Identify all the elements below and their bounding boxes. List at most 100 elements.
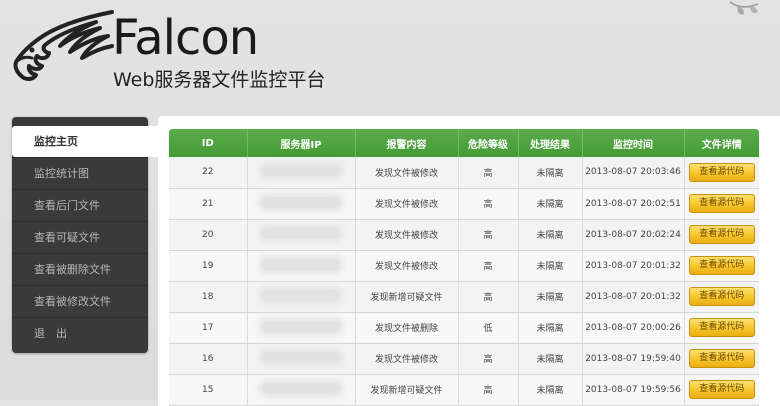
cell-level: 高	[458, 250, 519, 282]
cell-time: 2013-08-07 20:02:24	[582, 219, 685, 251]
cell-action: 查看源代码	[684, 219, 759, 251]
brand-title: Falcon	[112, 10, 259, 66]
sidebar-item-modified-files[interactable]: 查看被修改文件	[12, 285, 148, 317]
page-header: Falcon Web服务器文件监控平台	[0, 0, 780, 108]
ip-redaction-blur	[262, 165, 340, 177]
cell-result: 未隔离	[518, 188, 583, 220]
column-header-file-details: 文件详情	[684, 129, 759, 157]
ip-redaction-blur	[262, 258, 340, 270]
cell-alert: 发现文件被修改	[355, 219, 459, 251]
cell-level: 高	[458, 374, 519, 406]
ip-redaction-blur	[262, 289, 340, 301]
cell-time: 2013-08-07 20:01:32	[582, 250, 685, 282]
cell-server-ip	[247, 343, 356, 375]
column-header-server-ip: 服务器IP	[247, 129, 356, 157]
cell-server-ip	[247, 188, 356, 220]
sidebar-item-stats-chart[interactable]: 监控统计图	[12, 157, 148, 189]
table-row: 16 发现文件被修改 高 未隔离 2013-08-07 19:59:40 查看源…	[169, 343, 759, 375]
cell-time: 2013-08-07 20:02:51	[582, 188, 685, 220]
cell-server-ip	[247, 250, 356, 282]
ip-redaction-blur	[262, 196, 340, 208]
table-row: 18 发现新增可疑文件 高 未隔离 2013-08-07 20:01:32 查看…	[169, 281, 759, 313]
cell-id: 18	[169, 281, 248, 313]
cell-action: 查看源代码	[684, 312, 759, 344]
cell-time: 2013-08-07 20:01:32	[582, 281, 685, 313]
sidebar-item-logout[interactable]: 退 出	[12, 317, 148, 349]
sidebar-item-suspicious-files[interactable]: 查看可疑文件	[12, 221, 148, 253]
cell-action: 查看源代码	[684, 250, 759, 282]
cell-alert: 发现文件被删除	[355, 312, 459, 344]
ip-redaction-blur	[262, 320, 340, 332]
column-header-id: ID	[169, 129, 248, 157]
cell-server-ip	[247, 281, 356, 313]
cell-alert: 发现文件被修改	[355, 343, 459, 375]
ip-redaction-blur	[262, 227, 340, 239]
cell-result: 未隔离	[518, 250, 583, 282]
sidebar-item-backdoor-files[interactable]: 查看后门文件	[12, 189, 148, 221]
cell-alert: 发现文件被修改	[355, 188, 459, 220]
ip-redaction-blur	[262, 382, 340, 394]
view-source-button[interactable]: 查看源代码	[688, 349, 755, 368]
cell-level: 高	[458, 219, 519, 251]
column-header-alert: 报警内容	[355, 129, 459, 157]
table-row: 19 发现文件被修改 高 未隔离 2013-08-07 20:01:32 查看源…	[169, 250, 759, 282]
brand-subtitle: Web服务器文件监控平台	[113, 69, 326, 91]
cell-action: 查看源代码	[684, 188, 759, 220]
column-header-result: 处理结果	[518, 129, 583, 157]
cell-result: 未隔离	[518, 157, 583, 189]
cell-time: 2013-08-07 20:03:46	[582, 157, 685, 189]
table-row: 17 发现文件被删除 低 未隔离 2013-08-07 20:00:26 查看源…	[169, 312, 759, 344]
cell-id: 20	[169, 219, 248, 251]
cell-alert: 发现新增可疑文件	[355, 374, 459, 406]
cell-server-ip	[247, 374, 356, 406]
cell-id: 21	[169, 188, 248, 220]
cell-id: 15	[169, 374, 248, 406]
cell-result: 未隔离	[518, 343, 583, 375]
view-source-button[interactable]: 查看源代码	[688, 318, 755, 337]
cell-server-ip	[247, 219, 356, 251]
sidebar-item-deleted-files[interactable]: 查看被删除文件	[12, 253, 148, 285]
sidebar-item-home[interactable]: 监控主页	[12, 126, 158, 157]
cell-action: 查看源代码	[684, 281, 759, 313]
leaf-icon	[729, 1, 759, 15]
cell-result: 未隔离	[518, 281, 583, 313]
view-source-button[interactable]: 查看源代码	[688, 225, 755, 244]
cell-action: 查看源代码	[684, 343, 759, 375]
cell-server-ip	[247, 157, 356, 189]
table-row: 20 发现文件被修改 高 未隔离 2013-08-07 20:02:24 查看源…	[169, 219, 759, 251]
cell-level: 高	[458, 281, 519, 313]
alert-table: ID 服务器IP 报警内容 危险等级 处理结果 监控时间 文件详情 22 发现文…	[169, 129, 759, 406]
falcon-head-icon	[13, 10, 114, 81]
cell-level: 高	[458, 343, 519, 375]
table-row: 22 发现文件被修改 高 未隔离 2013-08-07 20:03:46 查看源…	[169, 157, 759, 189]
table-row: 15 发现新增可疑文件 高 未隔离 2013-08-07 19:59:56 查看…	[169, 374, 759, 406]
cell-result: 未隔离	[518, 219, 583, 251]
view-source-button[interactable]: 查看源代码	[688, 287, 755, 306]
cell-result: 未隔离	[518, 312, 583, 344]
cell-id: 19	[169, 250, 248, 282]
view-source-button[interactable]: 查看源代码	[688, 380, 755, 399]
view-source-button[interactable]: 查看源代码	[688, 162, 755, 182]
cell-id: 17	[169, 312, 248, 344]
cell-level: 低	[458, 312, 519, 344]
cell-time: 2013-08-07 19:59:40	[582, 343, 685, 375]
column-header-time: 监控时间	[582, 129, 685, 157]
view-source-button[interactable]: 查看源代码	[688, 256, 755, 275]
table-header-row: ID 服务器IP 报警内容 危险等级 处理结果 监控时间 文件详情	[169, 129, 759, 157]
cell-action: 查看源代码	[684, 374, 759, 406]
cell-time: 2013-08-07 20:00:26	[582, 312, 685, 344]
table-row: 21 发现文件被修改 高 未隔离 2013-08-07 20:02:51 查看源…	[169, 188, 759, 220]
ip-redaction-blur	[262, 351, 340, 363]
view-source-button[interactable]: 查看源代码	[688, 194, 755, 213]
cell-result: 未隔离	[518, 374, 583, 406]
cell-alert: 发现文件被修改	[355, 157, 459, 189]
main-panel: ID 服务器IP 报警内容 危险等级 处理结果 监控时间 文件详情 22 发现文…	[158, 116, 780, 406]
cell-server-ip	[247, 312, 356, 344]
cell-alert: 发现新增可疑文件	[355, 281, 459, 313]
cell-id: 22	[169, 157, 248, 189]
cell-time: 2013-08-07 19:59:56	[582, 374, 685, 406]
cell-action: 查看源代码	[684, 157, 759, 189]
cell-alert: 发现文件被修改	[355, 250, 459, 282]
sidebar-nav: 监控主页 监控统计图 查看后门文件 查看可疑文件 查看被删除文件 查看被修改文件…	[12, 117, 158, 353]
column-header-risk-level: 危险等级	[458, 129, 519, 157]
